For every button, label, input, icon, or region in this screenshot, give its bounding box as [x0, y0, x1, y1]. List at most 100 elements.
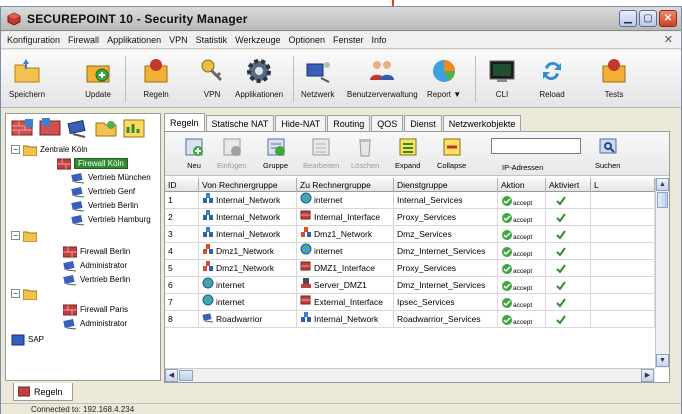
einfuegen-button[interactable]: Einfügen: [217, 136, 247, 170]
collapse-button[interactable]: Collapse: [437, 136, 466, 170]
scroll-thumb[interactable]: [179, 370, 193, 381]
col-l[interactable]: L: [591, 178, 655, 192]
title-bar[interactable]: SECUREPOINT 10 - Security Manager ▁ ▢ ✕: [1, 7, 681, 31]
speichern-button[interactable]: Speichern: [9, 56, 45, 104]
tab-statische-nat[interactable]: Statische NAT: [205, 115, 275, 131]
update-button[interactable]: Update: [83, 56, 113, 104]
menu-info[interactable]: Info: [368, 35, 391, 45]
firewall-group-icon[interactable]: [11, 117, 34, 139]
cell-aktiviert[interactable]: [546, 192, 591, 209]
tree-item-administrator[interactable]: Administrator: [63, 259, 127, 272]
cell-aktiviert[interactable]: [546, 294, 591, 311]
tree-item-vertrieb-hamburg[interactable]: Vertrieb Hamburg: [71, 213, 151, 226]
tree-item-firewall-berlin[interactable]: Firewall Berlin: [63, 245, 130, 258]
tree-item-vertrieb-genf[interactable]: Vertrieb Genf: [71, 185, 135, 198]
cell-aktiviert[interactable]: [546, 260, 591, 277]
tree-item-vertrieb-berlin-2[interactable]: Vertrieb Berlin: [63, 273, 130, 286]
tree-item-administrator-2[interactable]: Administrator: [63, 317, 127, 330]
cell-aktion[interactable]: accept: [498, 243, 546, 260]
tab-netzwerkobjekte[interactable]: Netzwerkobjekte: [442, 115, 522, 131]
neu-button[interactable]: Neu: [183, 136, 205, 170]
menu-optionen[interactable]: Optionen: [285, 35, 330, 45]
maximize-button[interactable]: ▢: [639, 10, 657, 27]
tree-item-vertrieb-berlin[interactable]: Vertrieb Berlin: [71, 199, 138, 212]
close-button[interactable]: ✕: [659, 10, 677, 27]
suchen-button[interactable]: Suchen: [595, 136, 620, 170]
scroll-up-icon[interactable]: ▲: [656, 178, 669, 191]
cell-aktion[interactable]: accept: [498, 277, 546, 294]
menu-werkzeuge[interactable]: Werkzeuge: [231, 35, 284, 45]
cell-aktiviert[interactable]: [546, 209, 591, 226]
collapse-toggle[interactable]: −: [11, 145, 20, 154]
bearbeiten-button[interactable]: Bearbeiten: [303, 136, 339, 170]
expand-button[interactable]: Expand: [395, 136, 420, 170]
ip-address-search-input[interactable]: [491, 138, 581, 154]
collapse-toggle[interactable]: −: [11, 289, 20, 298]
tree-group-2[interactable]: −: [11, 229, 40, 242]
cell-aktion[interactable]: accept: [498, 294, 546, 311]
tree-item-firewall-paris[interactable]: Firewall Paris: [63, 303, 128, 316]
vertical-scrollbar[interactable]: ▲ ▼: [655, 178, 669, 368]
scroll-right-icon[interactable]: ▶: [641, 369, 654, 382]
chart-tree-icon[interactable]: [123, 117, 146, 139]
tests-button[interactable]: Tests: [599, 56, 629, 104]
loeschen-button[interactable]: Löschen: [351, 136, 379, 170]
regeln-button[interactable]: Regeln: [141, 56, 171, 104]
tree-group-3[interactable]: −: [11, 287, 40, 300]
tab-dienst[interactable]: Dienst: [404, 115, 442, 131]
report-button[interactable]: Report ▼: [427, 56, 461, 104]
menu-fenster[interactable]: Fenster: [329, 35, 368, 45]
minimize-button[interactable]: ▁: [619, 10, 637, 27]
menu-statistik[interactable]: Statistik: [192, 35, 232, 45]
netzwerk-button[interactable]: Netzwerk: [301, 56, 334, 104]
collapse-toggle[interactable]: −: [11, 231, 20, 240]
table-row[interactable]: 8 Roadwarrior Internal_Network Roadwarrior_…: [165, 311, 655, 328]
tree-item-firewall-koeln[interactable]: Firewall Köln: [57, 157, 128, 170]
table-row[interactable]: 7 internet External_Interface Ipsec_Service…: [165, 294, 655, 311]
table-row[interactable]: 1 Internal_Network internet Internal_Servic…: [165, 192, 655, 209]
cli-button[interactable]: CLI: [487, 56, 517, 104]
tab-hide-nat[interactable]: Hide-NAT: [275, 115, 327, 131]
cell-aktion[interactable]: accept: [498, 311, 546, 328]
reload-button[interactable]: Reload: [537, 56, 567, 104]
col-von[interactable]: Von Rechnergruppe: [199, 178, 297, 192]
col-aktion[interactable]: Aktion: [498, 178, 546, 192]
table-row[interactable]: 3 Internal_Network Dmz1_Network Dmz_Service…: [165, 226, 655, 243]
cell-aktiviert[interactable]: [546, 243, 591, 260]
cell-aktiviert[interactable]: [546, 226, 591, 243]
col-dienst[interactable]: Dienstgruppe: [394, 178, 498, 192]
cell-aktion[interactable]: accept: [498, 192, 546, 209]
menu-konfiguration[interactable]: Konfiguration: [3, 35, 64, 45]
table-row[interactable]: 6 internet Server_DMZ1 Dmz_Internet_Service…: [165, 277, 655, 294]
horizontal-scrollbar[interactable]: ◀ ▶: [165, 368, 655, 382]
cell-aktion[interactable]: accept: [498, 226, 546, 243]
col-id[interactable]: ID: [165, 178, 199, 192]
cell-aktiviert[interactable]: [546, 311, 591, 328]
gruppe-button[interactable]: Gruppe: [263, 136, 288, 170]
tab-regeln[interactable]: Regeln: [164, 113, 205, 131]
tab-routing[interactable]: Routing: [327, 115, 371, 131]
folder-tree-icon[interactable]: [95, 117, 118, 139]
bottom-tab-regeln[interactable]: Regeln: [13, 383, 73, 401]
tree-item-vertrieb-muenchen[interactable]: Vertrieb München: [71, 171, 151, 184]
mdi-close-icon[interactable]: ✕: [664, 33, 673, 46]
table-row[interactable]: 2 Internal_Network Internal_Interface Proxy…: [165, 209, 655, 226]
cell-aktion[interactable]: accept: [498, 260, 546, 277]
table-row[interactable]: 5 Dmz1_Network DMZ1_Interface Proxy_Service…: [165, 260, 655, 277]
cell-aktiviert[interactable]: [546, 277, 591, 294]
tab-qos[interactable]: QOS: [371, 115, 404, 131]
firewall-list-icon[interactable]: [39, 117, 62, 139]
cell-aktion[interactable]: accept: [498, 209, 546, 226]
scroll-thumb[interactable]: [657, 192, 668, 208]
scroll-down-icon[interactable]: ▼: [656, 354, 669, 367]
menu-vpn[interactable]: VPN: [165, 35, 192, 45]
col-aktiviert[interactable]: Aktiviert: [546, 178, 591, 192]
scroll-left-icon[interactable]: ◀: [165, 369, 178, 382]
vpn-button[interactable]: VPN: [197, 56, 227, 104]
tree-group-zentrale[interactable]: − Zentrale Köln: [11, 143, 88, 156]
applikationen-button[interactable]: Applikationen: [235, 56, 283, 104]
menu-firewall[interactable]: Firewall: [64, 35, 103, 45]
col-zu[interactable]: Zu Rechnergruppe: [297, 178, 394, 192]
menu-applikationen[interactable]: Applikationen: [103, 35, 165, 45]
benutzerverwaltung-button[interactable]: Benutzerverwaltung: [347, 56, 418, 104]
